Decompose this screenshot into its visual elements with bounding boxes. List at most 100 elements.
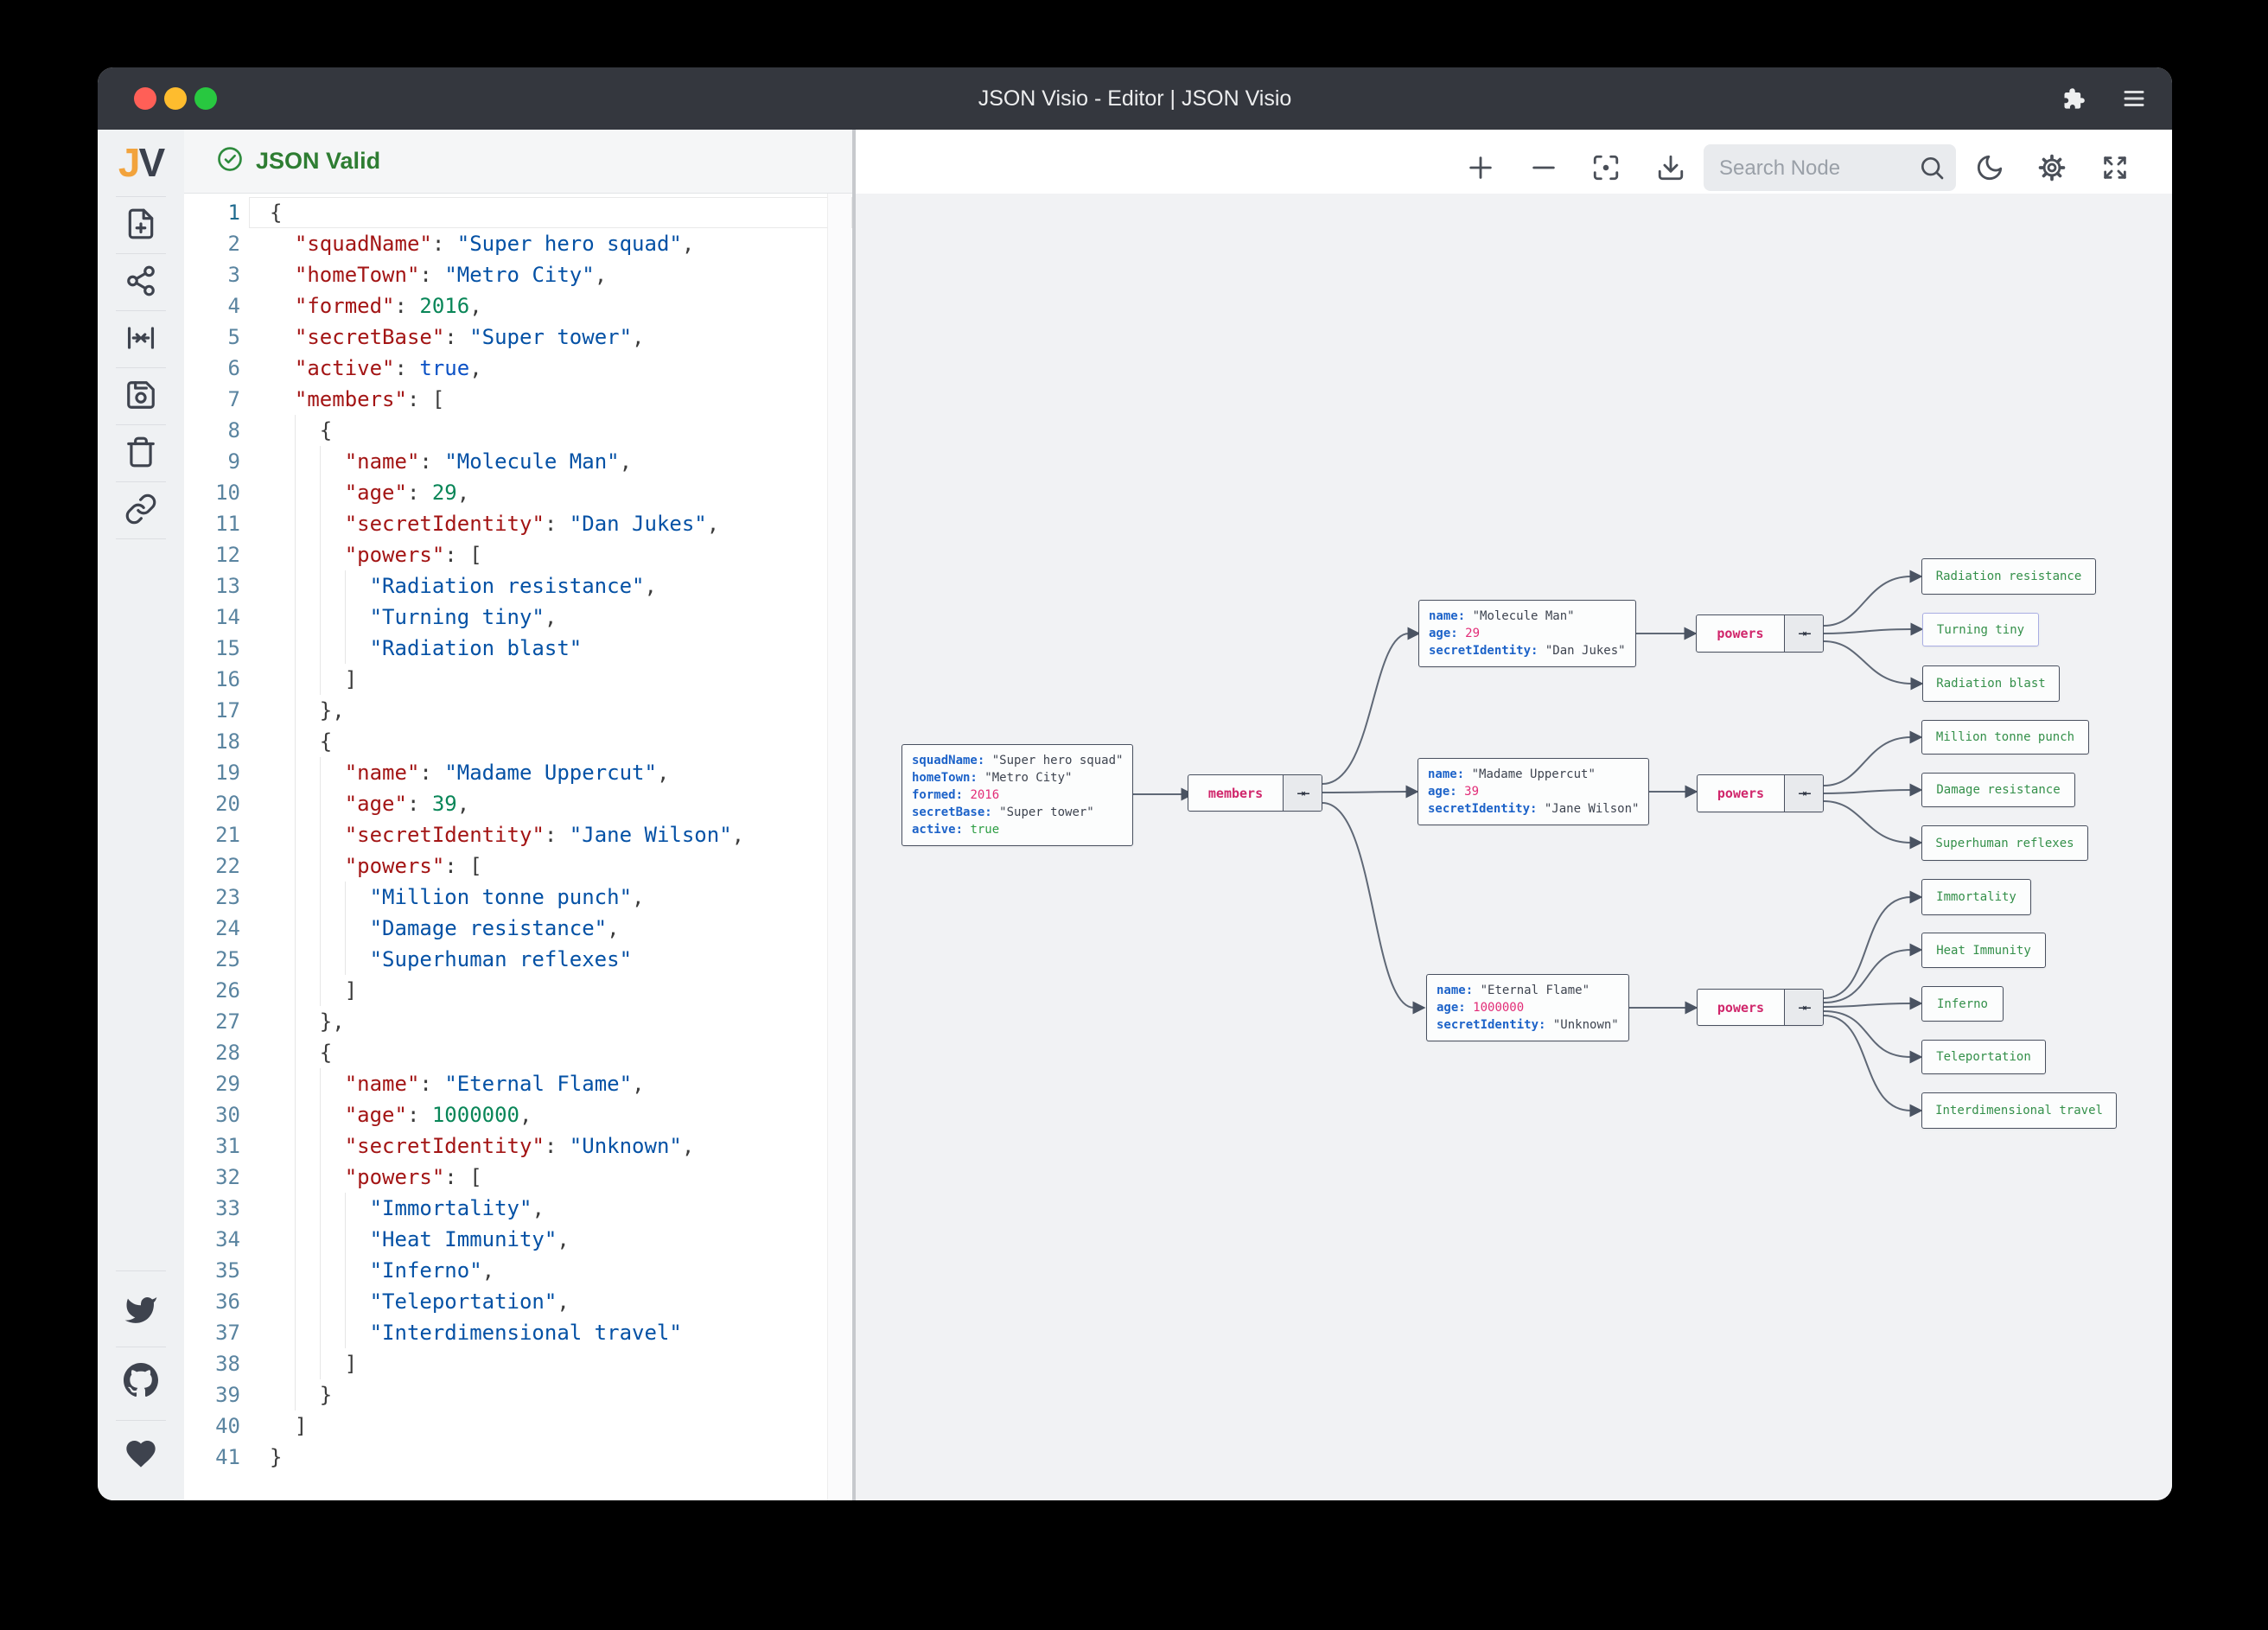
code-line[interactable]: 1{ — [184, 197, 852, 228]
code-line[interactable]: 6 "active": true, — [184, 353, 852, 384]
code-line[interactable]: 35 "Inferno", — [184, 1255, 852, 1286]
code-line[interactable]: 34 "Heat Immunity", — [184, 1224, 852, 1255]
node-power-leaf[interactable]: Inferno — [1921, 986, 2004, 1022]
divider — [116, 1270, 166, 1271]
code-line[interactable]: 15 "Radiation blast" — [184, 633, 852, 664]
node-power-leaf[interactable]: Superhuman reflexes — [1921, 825, 2088, 861]
node-power-leaf[interactable]: Teleportation — [1921, 1040, 2046, 1074]
node-member-1[interactable]: name: "Madame Uppercut" age: 39 secretIden… — [1418, 758, 1650, 825]
code-line[interactable]: 22 "powers": [ — [184, 850, 852, 882]
code-line[interactable]: 33 "Immortality", — [184, 1193, 852, 1224]
node-member-0[interactable]: name: "Molecule Man" age: 29 secretIdentit… — [1418, 600, 1636, 667]
twitter-link[interactable] — [122, 1292, 160, 1330]
center-view-button[interactable] — [122, 320, 160, 358]
divider — [116, 196, 166, 197]
code-line[interactable]: 25 "Superhuman reflexes" — [184, 944, 852, 975]
code-line[interactable]: 21 "secretIdentity": "Jane Wilson", — [184, 819, 852, 850]
graph-toolbar — [856, 130, 2172, 194]
fullscreen-button[interactable] — [2099, 153, 2131, 184]
menu-icon[interactable] — [2118, 83, 2150, 114]
graph-canvas[interactable]: squadName: "Super hero squad" homeTown: "… — [856, 130, 2172, 1500]
node-root[interactable]: squadName: "Super hero squad" homeTown: "… — [901, 744, 1134, 846]
download-button[interactable] — [1655, 153, 1686, 184]
node-powers-1[interactable]: powers →← — [1697, 774, 1824, 812]
trash-icon — [124, 436, 157, 471]
valid-check-icon — [217, 146, 243, 176]
code-line[interactable]: 32 "powers": [ — [184, 1162, 852, 1193]
code-line[interactable]: 12 "powers": [ — [184, 539, 852, 570]
node-power-leaf[interactable]: Radiation blast — [1922, 665, 2060, 702]
delete-button[interactable] — [122, 434, 160, 472]
zoom-out-button[interactable] — [1528, 153, 1559, 184]
node-power-leaf[interactable]: Damage resistance — [1921, 773, 2075, 807]
code-line[interactable]: 14 "Turning tiny", — [184, 602, 852, 633]
node-power-leaf-selected[interactable]: Turning tiny — [1922, 613, 2039, 646]
code-line[interactable]: 36 "Teleportation", — [184, 1286, 852, 1317]
settings-button[interactable] — [2036, 153, 2067, 184]
code-line[interactable]: 31 "secretIdentity": "Unknown", — [184, 1130, 852, 1162]
search-node-input[interactable] — [1704, 144, 1920, 193]
code-line[interactable]: 27 }, — [184, 1006, 852, 1037]
collapse-button[interactable]: →← — [1784, 615, 1823, 652]
node-power-leaf[interactable]: Million tonne punch — [1921, 720, 2089, 755]
node-power-leaf[interactable]: Heat Immunity — [1921, 933, 2046, 968]
graph-view-button[interactable] — [122, 263, 160, 301]
expand-icon — [2100, 153, 2130, 185]
node-members-label: members — [1207, 785, 1264, 801]
node-powers-0[interactable]: powers →← — [1696, 614, 1824, 653]
node-power-leaf[interactable]: Interdimensional travel — [1921, 1092, 2117, 1129]
code-editor[interactable]: 1{2 "squadName": "Super hero squad", 3 "h… — [184, 194, 852, 1500]
collapse-button[interactable]: →← — [1784, 990, 1823, 1025]
code-line[interactable]: 8 { — [184, 415, 852, 446]
code-line[interactable]: 4 "formed": 2016, — [184, 290, 852, 322]
node-power-leaf[interactable]: Immortality — [1921, 879, 2031, 915]
code-line[interactable]: 7 "members": [ — [184, 384, 852, 415]
code-line[interactable]: 26 ] — [184, 975, 852, 1006]
code-line[interactable]: 11 "secretIdentity": "Dan Jukes", — [184, 508, 852, 539]
code-line[interactable]: 3 "homeTown": "Metro City", — [184, 259, 852, 290]
code-line[interactable]: 20 "age": 39, — [184, 788, 852, 819]
new-document-button[interactable] — [122, 206, 160, 244]
code-line[interactable]: 2 "squadName": "Super hero squad", — [184, 228, 852, 259]
code-line[interactable]: 9 "name": "Molecule Man", — [184, 446, 852, 477]
code-line[interactable]: 10 "age": 29, — [184, 477, 852, 508]
focus-view-button[interactable] — [1590, 153, 1621, 184]
app-logo[interactable]: JV — [98, 140, 184, 185]
focus-icon — [1591, 153, 1621, 185]
code-line[interactable]: 24 "Damage resistance", — [184, 913, 852, 944]
github-link[interactable] — [122, 1362, 160, 1400]
code-line[interactable]: 41} — [184, 1442, 852, 1473]
heart-icon — [124, 1436, 158, 1474]
code-line[interactable]: 23 "Million tonne punch", — [184, 882, 852, 913]
moon-icon — [1975, 153, 2004, 185]
code-line[interactable]: 40 ] — [184, 1410, 852, 1442]
code-line[interactable]: 5 "secretBase": "Super tower", — [184, 322, 852, 353]
code-line[interactable]: 38 ] — [184, 1348, 852, 1379]
node-member-2[interactable]: name: "Eternal Flame" age: 1000000 secretI… — [1426, 974, 1629, 1041]
code-line[interactable]: 17 }, — [184, 695, 852, 726]
node-members[interactable]: members →← — [1188, 774, 1322, 812]
editor-scrollbar[interactable] — [827, 194, 851, 1500]
code-line[interactable]: 37 "Interdimensional travel" — [184, 1317, 852, 1348]
search-icon[interactable] — [1918, 154, 1946, 186]
share-link-button[interactable] — [122, 491, 160, 529]
code-line[interactable]: 28 { — [184, 1037, 852, 1068]
code-line[interactable]: 18 { — [184, 726, 852, 757]
node-powers-label: powers — [1717, 626, 1764, 641]
save-button[interactable] — [122, 377, 160, 415]
code-line[interactable]: 29 "name": "Eternal Flame", — [184, 1068, 852, 1099]
titlebar: JSON Visio - Editor | JSON Visio — [98, 67, 2172, 130]
extensions-icon[interactable] — [2058, 83, 2089, 114]
zoom-in-button[interactable] — [1465, 153, 1496, 184]
code-line[interactable]: 39 } — [184, 1379, 852, 1410]
collapse-button[interactable]: →← — [1283, 775, 1322, 811]
node-powers-2[interactable]: powers →← — [1697, 989, 1824, 1026]
sponsor-link[interactable] — [122, 1436, 160, 1474]
code-line[interactable]: 19 "name": "Madame Uppercut", — [184, 757, 852, 788]
collapse-button[interactable]: →← — [1784, 775, 1823, 812]
node-power-leaf[interactable]: Radiation resistance — [1921, 558, 2096, 595]
code-line[interactable]: 16 ] — [184, 664, 852, 695]
code-line[interactable]: 13 "Radiation resistance", — [184, 570, 852, 602]
code-line[interactable]: 30 "age": 1000000, — [184, 1099, 852, 1130]
dark-mode-toggle[interactable] — [1974, 153, 2005, 184]
